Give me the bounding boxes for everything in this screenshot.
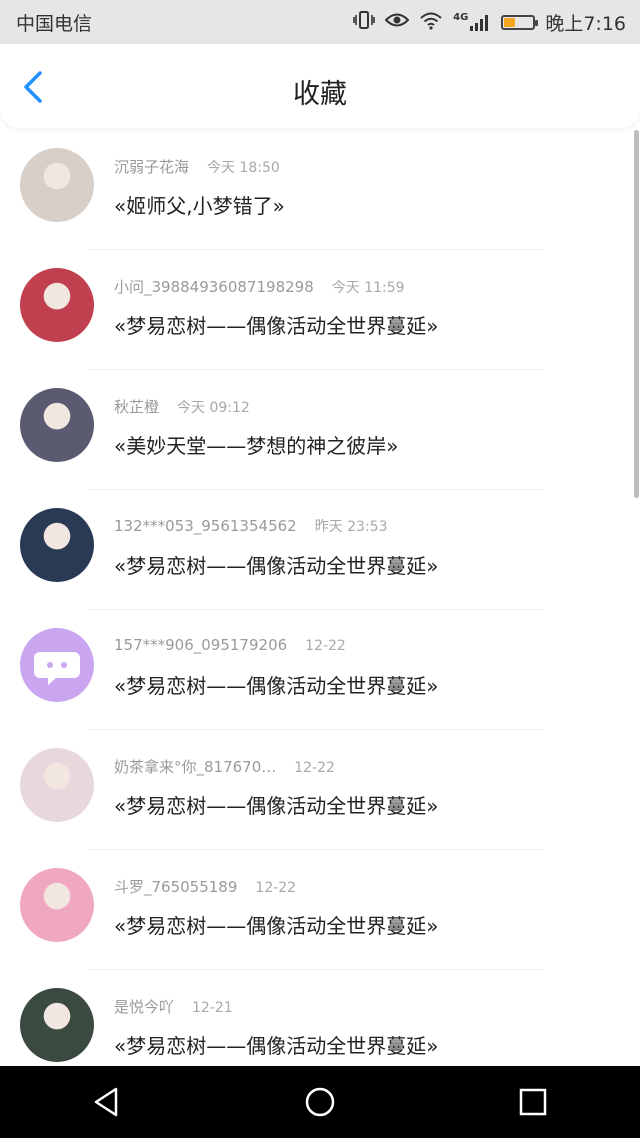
item-username: 小问_39884936087198298 [114,278,314,296]
list-item[interactable]: 沉弱子花海 今天 18:50 «姬师父,小梦错了» [0,130,640,250]
status-icons: 4G 晚上7:16 [353,9,626,36]
network-type-label: 4G [453,12,469,23]
header: 收藏 [0,44,640,128]
item-username: 157***906_095179206 [114,636,288,654]
item-song-title[interactable]: «梦易恋树——偶像活动全世界蔓延» [114,1030,438,1059]
back-triangle-icon [94,1087,117,1117]
nav-recents-button[interactable] [503,1072,563,1132]
navigation-bar [0,1066,640,1138]
avatar[interactable] [20,148,94,222]
item-song-title[interactable]: «姬师父,小梦错了» [114,190,285,219]
list-item[interactable]: 是悦今吖 12-21 «梦易恋树——偶像活动全世界蔓延» [0,970,640,1066]
item-username: 奶茶拿来°你_817670… [114,758,277,776]
item-username: 沉弱子花海 [114,158,190,176]
avatar[interactable] [20,508,94,582]
item-username: 是悦今吖 [114,998,175,1016]
item-time: 今天 18:50 [207,160,280,176]
carrier-label: 中国电信 [16,12,93,35]
item-meta: 沉弱子花海 今天 18:50 [114,156,280,177]
clock: 晚上7:16 [545,12,626,35]
wifi-icon [419,10,443,34]
scrollbar[interactable] [634,130,639,498]
item-meta: 132***053_9561354562 昨天 23:53 [114,516,388,536]
avatar[interactable] [20,748,94,822]
nav-home-button[interactable] [290,1072,350,1132]
avatar[interactable] [20,628,94,702]
item-meta: 奶茶拿来°你_817670… 12-22 [114,756,335,777]
item-time: 12-21 [192,1000,233,1016]
nav-back-button[interactable] [77,1072,137,1132]
status-bar: 中国电信 4G 晚上7:16 [0,0,640,44]
item-username: 132***053_9561354562 [114,517,297,535]
list-item[interactable]: 157***906_095179206 12-22 «梦易恋树——偶像活动全世界蔓延… [0,610,640,730]
battery-icon [501,14,539,30]
page-title: 收藏 [293,79,347,110]
item-meta: 是悦今吖 12-21 [114,996,233,1017]
avatar[interactable] [20,268,94,342]
avatar[interactable] [20,388,94,462]
item-username: 秋芷橙 [114,398,160,416]
signal-icon: 4G [453,13,491,31]
list-item[interactable]: 132***053_9561354562 昨天 23:53 «梦易恋树——偶像活动全… [0,490,640,610]
list-item[interactable]: 秋芷橙 今天 09:12 «美妙天堂——梦想的神之彼岸» [0,370,640,490]
favorites-list[interactable]: 沉弱子花海 今天 18:50 «姬师父,小梦错了» 小问_39884936087198… [0,130,640,1066]
item-song-title[interactable]: «梦易恋树——偶像活动全世界蔓延» [114,670,438,699]
item-song-title[interactable]: «美妙天堂——梦想的神之彼岸» [114,430,398,459]
item-meta: 157***906_095179206 12-22 [114,636,346,654]
item-song-title[interactable]: «梦易恋树——偶像活动全世界蔓延» [114,790,438,819]
vibrate-icon [353,10,375,34]
item-time: 12-22 [294,760,335,776]
item-time: 12-22 [255,880,297,896]
list-item[interactable]: 斗罗_765055189 12-22 «梦易恋树——偶像活动全世界蔓延» [0,850,640,970]
list-item[interactable]: 奶茶拿来°你_817670… 12-22 «梦易恋树——偶像活动全世界蔓延» [0,730,640,850]
item-meta: 秋芷橙 今天 09:12 [114,396,250,417]
item-song-title[interactable]: «梦易恋树——偶像活动全世界蔓延» [114,910,438,939]
item-time: 12-22 [305,638,346,654]
chat-bubble-icon [34,652,80,685]
item-username: 斗罗_765055189 [114,878,238,896]
home-circle-icon [305,1087,335,1117]
item-time: 今天 11:59 [331,280,405,296]
item-song-title[interactable]: «梦易恋树——偶像活动全世界蔓延» [114,310,438,339]
eye-icon [384,11,410,33]
avatar[interactable] [20,868,94,942]
item-song-title[interactable]: «梦易恋树——偶像活动全世界蔓延» [114,550,438,579]
item-meta: 斗罗_765055189 12-22 [114,876,296,897]
item-meta: 小问_39884936087198298 今天 11:59 [114,276,405,297]
avatar[interactable] [20,988,94,1062]
recents-square-icon [520,1088,547,1116]
battery-level [504,17,515,27]
item-time: 今天 09:12 [177,400,250,416]
item-time: 昨天 23:53 [314,519,388,535]
list-item[interactable]: 小问_39884936087198298 今天 11:59 «梦易恋树——偶像活动全… [0,250,640,370]
